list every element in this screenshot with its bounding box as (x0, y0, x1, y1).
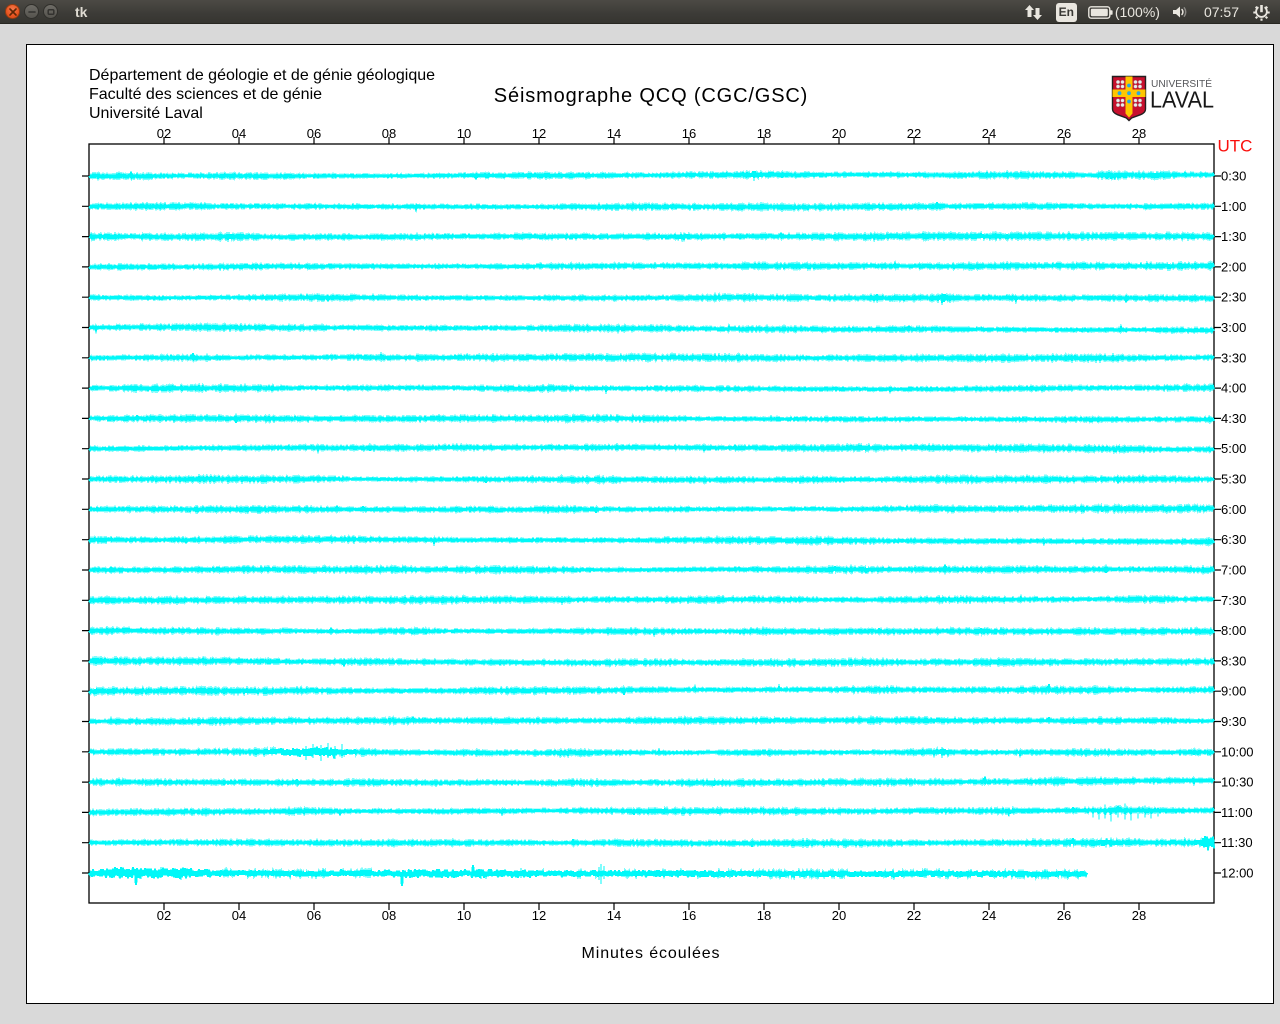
svg-text:3:30: 3:30 (1221, 350, 1246, 365)
svg-text:04: 04 (232, 126, 246, 141)
svg-text:3:00: 3:00 (1221, 320, 1246, 335)
svg-text:8:30: 8:30 (1221, 653, 1246, 668)
svg-text:11:00: 11:00 (1221, 805, 1253, 820)
svg-text:02: 02 (157, 126, 171, 141)
svg-text:24: 24 (982, 908, 996, 923)
svg-text:11:30: 11:30 (1221, 835, 1253, 850)
svg-text:5:30: 5:30 (1221, 472, 1246, 487)
svg-text:24: 24 (982, 126, 996, 141)
svg-text:4:30: 4:30 (1221, 411, 1246, 426)
svg-text:06: 06 (307, 126, 321, 141)
svg-text:20: 20 (832, 908, 846, 923)
svg-text:10:00: 10:00 (1221, 744, 1254, 759)
svg-text:2:00: 2:00 (1221, 259, 1246, 274)
svg-text:12:00: 12:00 (1221, 866, 1254, 881)
svg-text:9:30: 9:30 (1221, 714, 1246, 729)
svg-text:6:30: 6:30 (1221, 532, 1246, 547)
svg-text:10: 10 (457, 908, 471, 923)
svg-text:02: 02 (157, 908, 171, 923)
svg-text:2:30: 2:30 (1221, 290, 1246, 305)
svg-text:08: 08 (382, 908, 396, 923)
svg-text:16: 16 (682, 908, 696, 923)
svg-text:UTC: UTC (1218, 137, 1253, 156)
svg-text:18: 18 (757, 126, 771, 141)
svg-text:7:30: 7:30 (1221, 593, 1246, 608)
svg-text:22: 22 (907, 908, 921, 923)
svg-text:1:30: 1:30 (1221, 229, 1246, 244)
svg-text:6:00: 6:00 (1221, 502, 1246, 517)
svg-text:12: 12 (532, 908, 546, 923)
svg-text:16: 16 (682, 126, 696, 141)
svg-text:26: 26 (1057, 908, 1071, 923)
svg-text:14: 14 (607, 908, 621, 923)
svg-text:22: 22 (907, 126, 921, 141)
svg-text:28: 28 (1132, 126, 1146, 141)
svg-text:10: 10 (457, 126, 471, 141)
svg-text:10:30: 10:30 (1221, 775, 1254, 790)
svg-text:1:00: 1:00 (1221, 199, 1246, 214)
svg-text:20: 20 (832, 126, 846, 141)
svg-text:9:00: 9:00 (1221, 684, 1246, 699)
svg-text:14: 14 (607, 126, 621, 141)
svg-text:4:00: 4:00 (1221, 381, 1246, 396)
svg-text:18: 18 (757, 908, 771, 923)
svg-text:LAVAL: LAVAL (1150, 87, 1214, 113)
svg-text:8:00: 8:00 (1221, 623, 1246, 638)
svg-text:7:00: 7:00 (1221, 563, 1246, 578)
svg-text:08: 08 (382, 126, 396, 141)
svg-text:06: 06 (307, 908, 321, 923)
svg-text:12: 12 (532, 126, 546, 141)
svg-text:04: 04 (232, 908, 246, 923)
svg-text:26: 26 (1057, 126, 1071, 141)
svg-text:28: 28 (1132, 908, 1146, 923)
svg-text:5:00: 5:00 (1221, 441, 1246, 456)
svg-text:0:30: 0:30 (1221, 169, 1246, 184)
